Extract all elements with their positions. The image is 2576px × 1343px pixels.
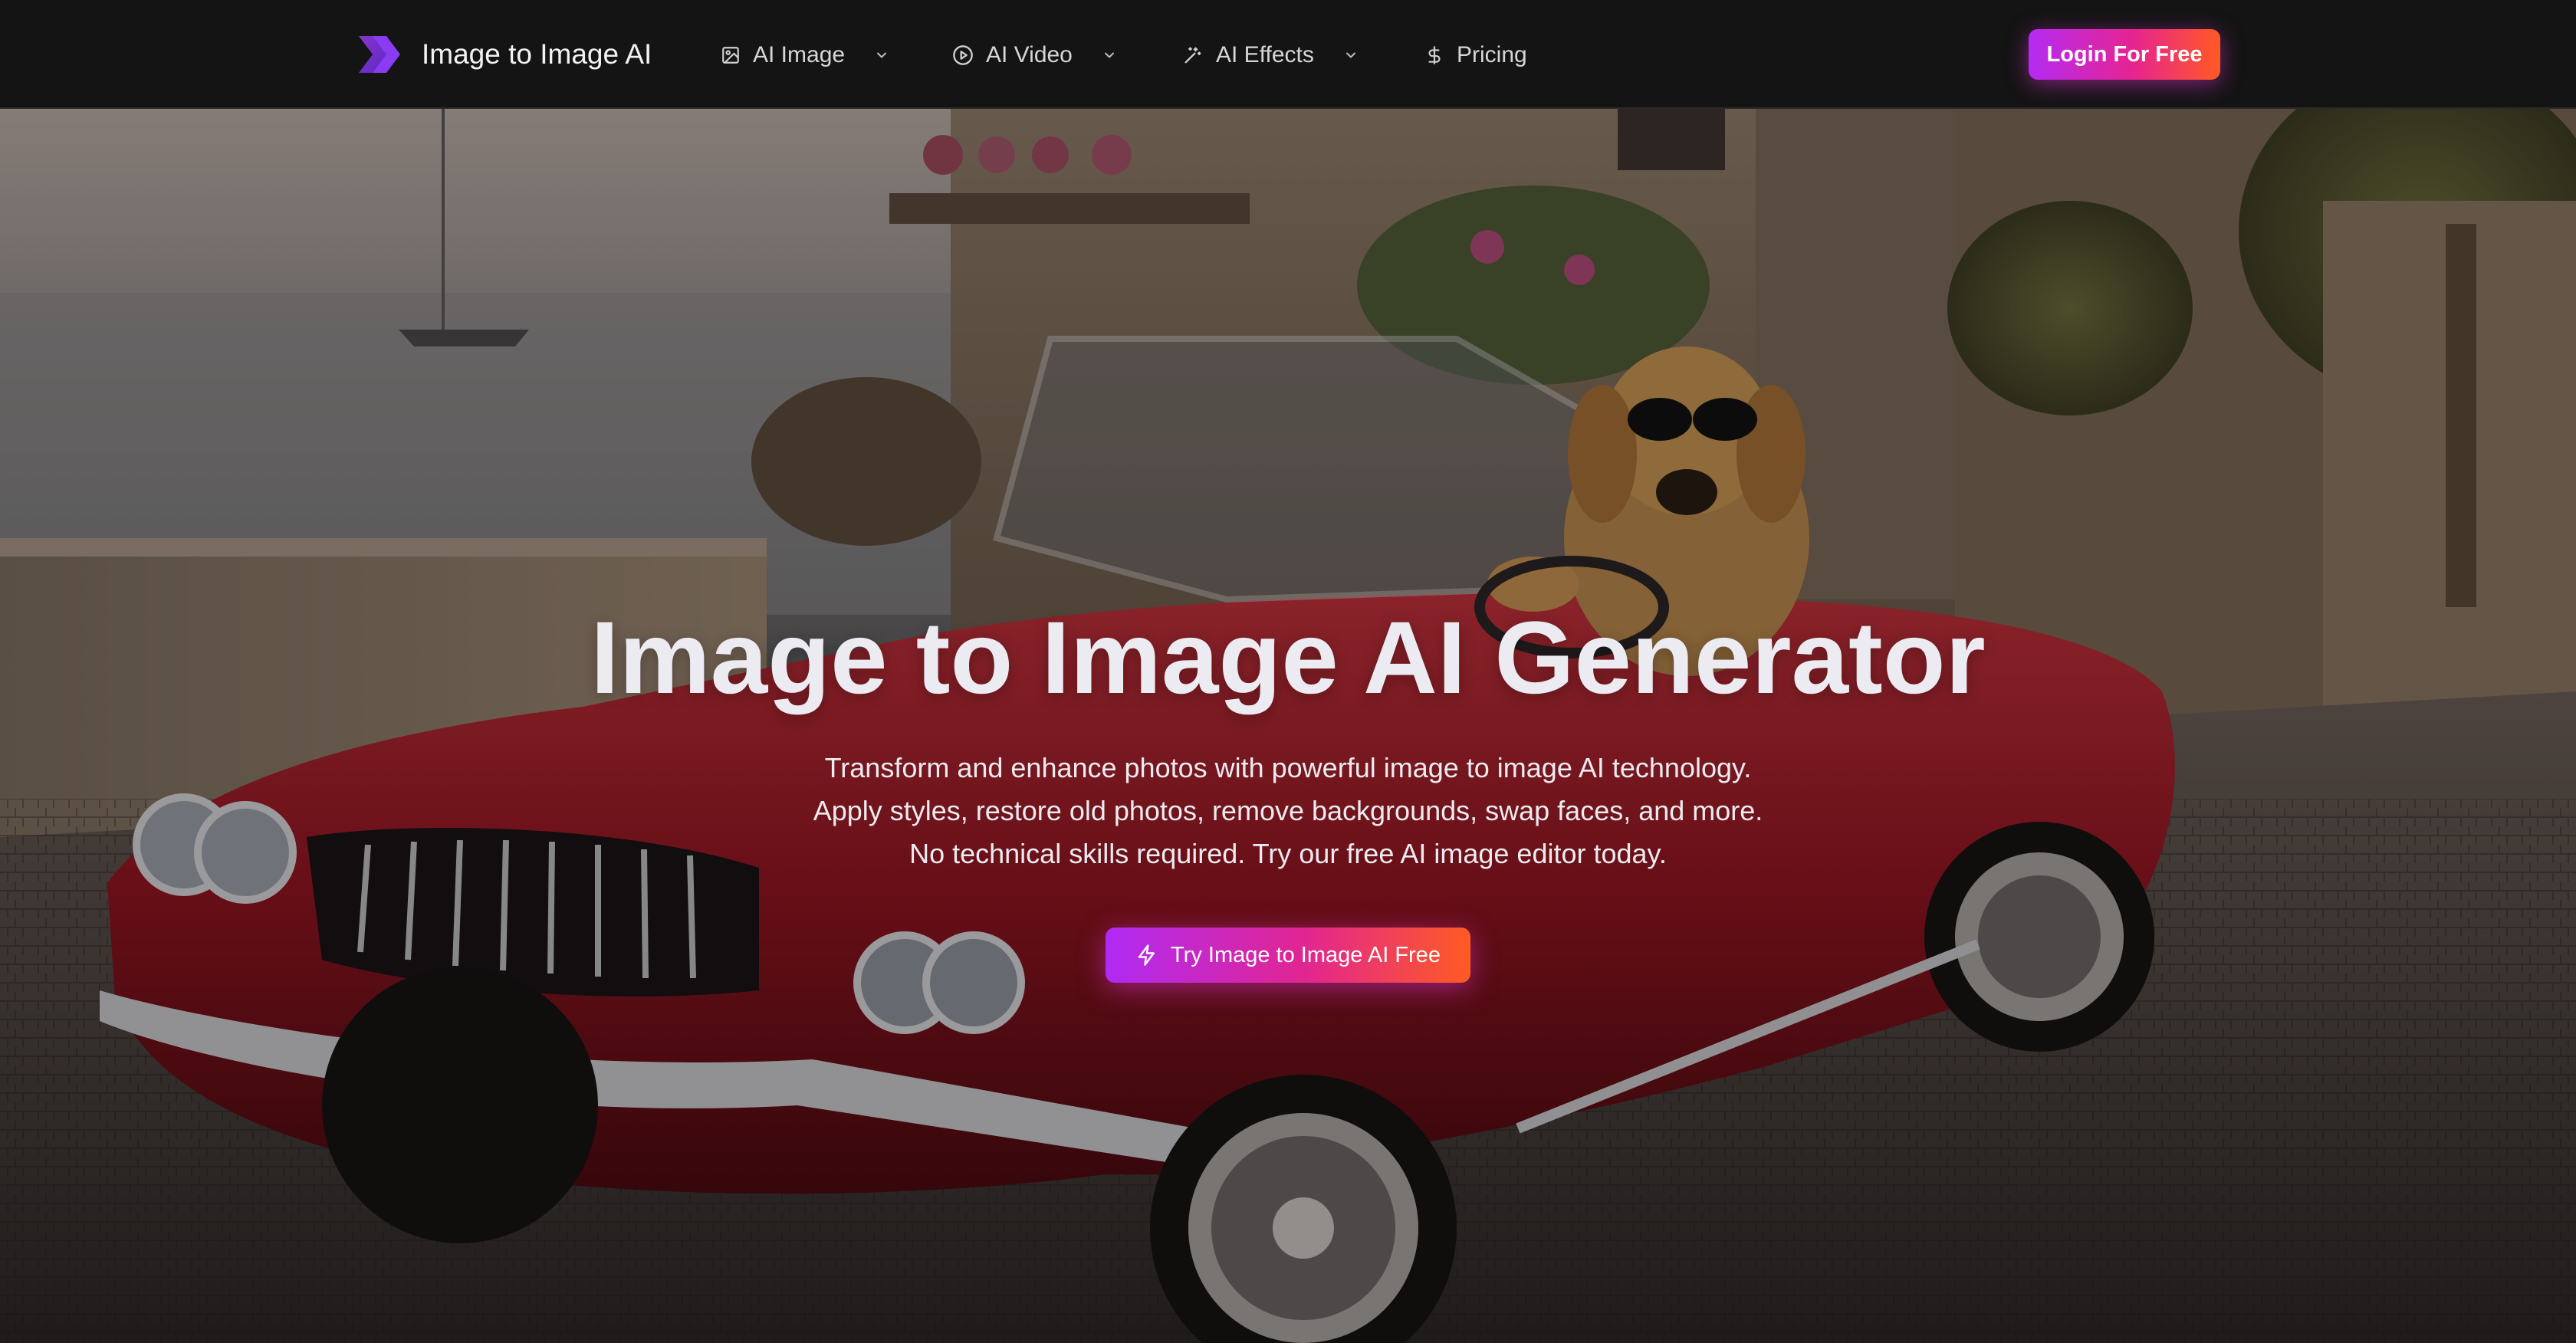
hero-subtitle-line: No technical skills required. Try our fr…	[909, 838, 1667, 869]
brand-name: Image to Image AI	[422, 38, 652, 70]
top-navbar: Image to Image AI AI Image AI Video AI E…	[0, 0, 2576, 109]
nav-ai-video[interactable]: AI Video	[952, 38, 1117, 72]
login-button[interactable]: Login For Free	[2029, 29, 2220, 80]
brand-link[interactable]: Image to Image AI	[357, 33, 652, 76]
nav-ai-image-label: AI Image	[753, 42, 846, 67]
chevron-down-icon	[877, 52, 887, 58]
hero-dark-overlay	[0, 109, 2576, 1343]
nav-ai-video-label: AI Video	[986, 42, 1073, 67]
chevron-down-icon	[1104, 52, 1114, 58]
nav-ai-effects[interactable]: AI Effects	[1182, 38, 1359, 72]
wand-sparkle-icon	[1184, 47, 1201, 64]
lightning-icon	[1138, 944, 1155, 966]
hero-section: Image to Image AI Generator Transform an…	[0, 109, 2576, 1343]
nav-ai-effects-label: AI Effects	[1216, 42, 1314, 67]
nav-pricing-label: Pricing	[1457, 42, 1527, 67]
nav-ai-image[interactable]: AI Image	[721, 38, 889, 72]
nav-pricing[interactable]: Pricing	[1424, 38, 1527, 72]
try-free-button[interactable]: Try Image to Image AI Free	[1106, 928, 1470, 983]
dollar-icon	[1428, 46, 1441, 64]
hero-title: Image to Image AI Generator	[590, 601, 1986, 715]
hero-subtitle-line: Apply styles, restore old photos, remove…	[813, 795, 1763, 826]
hero-subtitle-line: Transform and enhance photos with powerf…	[824, 752, 1752, 783]
try-free-button-label: Try Image to Image AI Free	[1171, 942, 1441, 967]
chevron-down-icon	[1346, 52, 1355, 58]
chevron-logo-icon	[359, 36, 400, 73]
play-circle-icon	[953, 45, 973, 65]
hero-subtitle: Transform and enhance photos with powerf…	[0, 747, 2576, 875]
image-icon	[722, 47, 739, 64]
